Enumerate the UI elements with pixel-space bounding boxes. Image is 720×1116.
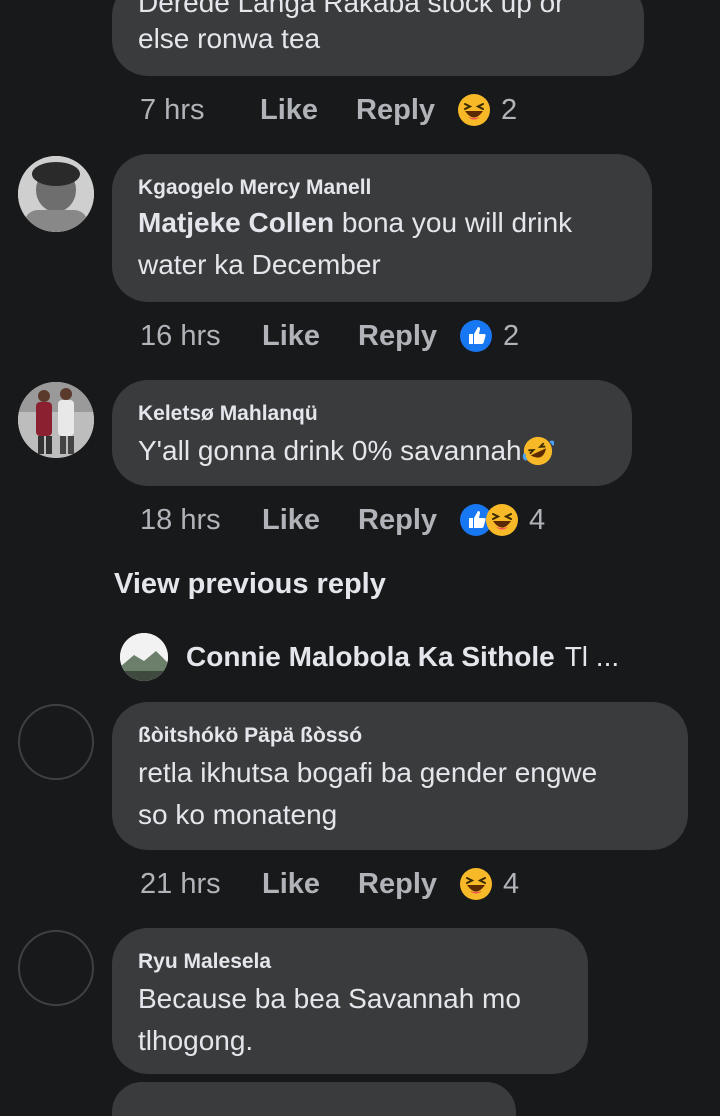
avatar[interactable] bbox=[18, 156, 94, 232]
avatar[interactable] bbox=[120, 633, 168, 681]
reaction-count: 4 bbox=[503, 867, 520, 900]
comment-timestamp: 7 hrs bbox=[140, 93, 205, 126]
comment-text: else ronwa tea bbox=[138, 23, 321, 54]
comment-text-line: Because ba bea Savannah mo bbox=[138, 983, 521, 1014]
reply-button[interactable]: Reply bbox=[358, 504, 437, 537]
comment-text-line: tlhogong. bbox=[138, 1025, 254, 1056]
comment-text: Matjeke Collen bona you will drink bbox=[138, 202, 572, 244]
reaction-count: 4 bbox=[529, 503, 546, 536]
comment-bubble[interactable] bbox=[112, 1082, 516, 1116]
comment-author[interactable]: ßòitshókö Päpä ßòssó bbox=[138, 724, 362, 748]
comment-actions: 18 hrs Like Reply 4 bbox=[140, 500, 545, 540]
reactions-summary[interactable] bbox=[457, 93, 491, 127]
reactions-summary[interactable] bbox=[459, 503, 519, 537]
nested-reply-preview[interactable]: Connie Malobola Ka Sithole Tl ... bbox=[120, 632, 619, 682]
avatar[interactable] bbox=[18, 704, 94, 780]
reactions-summary[interactable] bbox=[459, 319, 493, 353]
comment-actions: 16 hrs Like Reply 2 bbox=[140, 316, 519, 356]
nested-reply-author[interactable]: Connie Malobola Ka Sithole bbox=[186, 641, 555, 673]
like-button[interactable]: Like bbox=[262, 320, 320, 353]
comment-author[interactable]: Keletsø Mahlanqü bbox=[138, 402, 318, 426]
comment-timestamp: 16 hrs bbox=[140, 319, 221, 352]
nested-reply-text: Tl ... bbox=[564, 641, 620, 672]
reaction-count: 2 bbox=[501, 93, 518, 126]
like-reaction-icon bbox=[460, 320, 493, 352]
comment-text: Y'all gonna drink 0% savannah bbox=[138, 430, 554, 472]
haha-reaction-icon bbox=[458, 94, 491, 126]
comment-bubble[interactable]: Derede Langa Rakaba stock up or else ron… bbox=[112, 0, 644, 76]
profile-photo bbox=[18, 382, 94, 458]
haha-reaction-icon bbox=[460, 868, 493, 900]
comment-timestamp: 18 hrs bbox=[140, 503, 221, 536]
comment-bubble[interactable]: ßòitshókö Päpä ßòssó retla ikhutsa bogaf… bbox=[112, 702, 688, 850]
comment-text-line: water ka December bbox=[138, 249, 381, 280]
comment-actions: 21 hrs Like Reply 4 bbox=[140, 864, 519, 904]
view-previous-reply-link[interactable]: View previous reply bbox=[114, 568, 386, 601]
haha-reaction-icon bbox=[486, 504, 519, 536]
profile-photo bbox=[18, 156, 94, 232]
reply-button[interactable]: Reply bbox=[358, 320, 437, 353]
rofl-emoji-icon bbox=[522, 436, 554, 466]
comment-text-line: so ko monateng bbox=[138, 799, 338, 830]
avatar[interactable] bbox=[18, 930, 94, 1006]
comment-text-content: Y'all gonna drink 0% savannah bbox=[138, 435, 522, 466]
comment-text-line: retla ikhutsa bogafi ba gender engwe bbox=[138, 757, 598, 788]
like-button[interactable]: Like bbox=[260, 94, 318, 127]
comment-actions: 7 hrs Like Reply 2 bbox=[140, 90, 517, 130]
comment-author[interactable]: Ryu Malesela bbox=[138, 950, 271, 974]
comment-bubble[interactable]: Keletsø Mahlanqü Y'all gonna drink 0% sa… bbox=[112, 380, 632, 486]
comment-bubble[interactable]: Ryu Malesela Because ba bea Savannah mo … bbox=[112, 928, 588, 1074]
reaction-count: 2 bbox=[503, 319, 520, 352]
mention-link[interactable]: Matjeke Collen bbox=[138, 207, 334, 238]
comment-text-rest: bona you will drink bbox=[334, 207, 573, 238]
reply-button[interactable]: Reply bbox=[358, 868, 437, 901]
profile-photo bbox=[120, 633, 168, 681]
comment-bubble[interactable]: Kgaogelo Mercy Manell Matjeke Collen bon… bbox=[112, 154, 652, 302]
reply-button[interactable]: Reply bbox=[356, 94, 435, 127]
avatar[interactable] bbox=[18, 382, 94, 458]
comment-timestamp: 21 hrs bbox=[140, 867, 221, 900]
reactions-summary[interactable] bbox=[459, 867, 493, 901]
comment-author[interactable]: Kgaogelo Mercy Manell bbox=[138, 176, 371, 200]
like-button[interactable]: Like bbox=[262, 868, 320, 901]
like-button[interactable]: Like bbox=[262, 504, 320, 537]
